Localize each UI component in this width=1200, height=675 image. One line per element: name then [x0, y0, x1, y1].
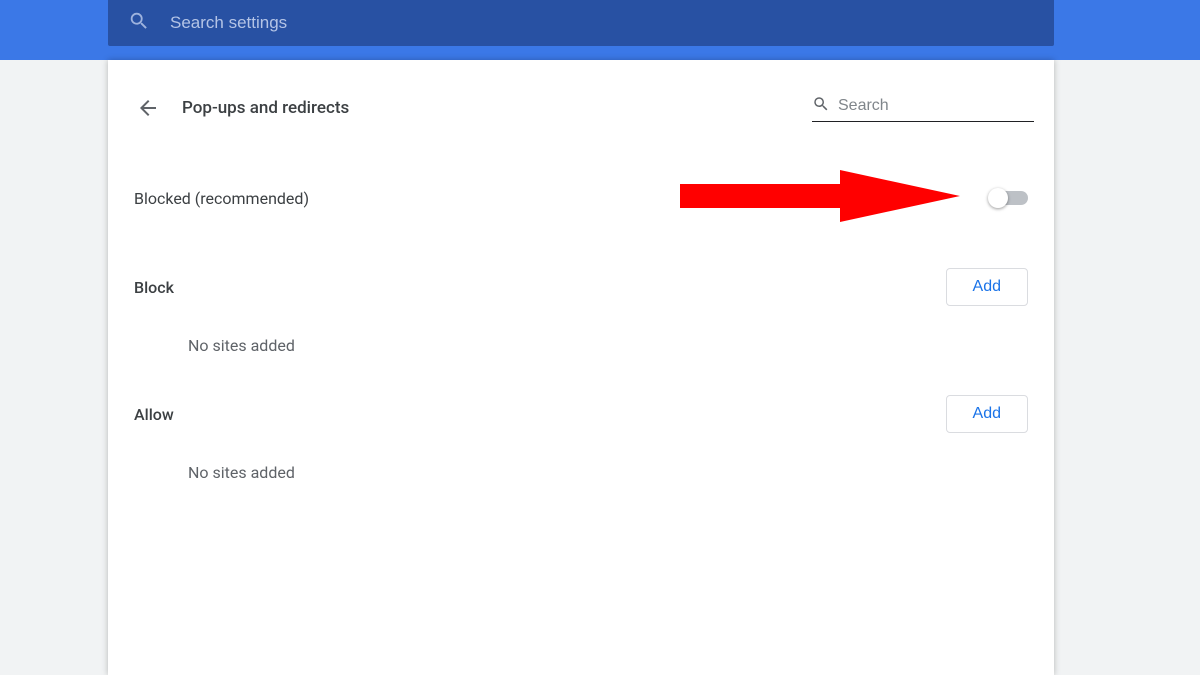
block-section: Block Add No sites added: [108, 238, 1054, 365]
blocked-toggle-label: Blocked (recommended): [134, 189, 309, 208]
settings-search-input[interactable]: [170, 13, 1034, 33]
blocked-toggle-row: Blocked (recommended): [108, 136, 1054, 238]
block-add-button[interactable]: Add: [946, 268, 1028, 306]
blocked-toggle[interactable]: [988, 188, 1028, 208]
allow-section: Allow Add No sites added: [108, 365, 1054, 492]
block-section-title: Block: [134, 278, 174, 297]
search-icon: [812, 95, 830, 117]
toggle-thumb: [988, 188, 1008, 208]
settings-panel: Pop-ups and redirects Blocked (recommend…: [108, 60, 1054, 675]
settings-search-bar[interactable]: [108, 0, 1054, 46]
allow-empty-text: No sites added: [134, 433, 1028, 492]
allow-section-title: Allow: [134, 405, 174, 424]
page-search[interactable]: [812, 95, 1034, 122]
block-section-header: Block Add: [134, 268, 1028, 306]
block-empty-text: No sites added: [134, 306, 1028, 365]
back-button[interactable]: [128, 88, 168, 128]
page-title: Pop-ups and redirects: [182, 98, 812, 118]
allow-section-header: Allow Add: [134, 395, 1028, 433]
page-header: Pop-ups and redirects: [108, 80, 1054, 136]
search-icon: [128, 10, 150, 36]
page-search-input[interactable]: [838, 97, 1045, 115]
allow-add-button[interactable]: Add: [946, 395, 1028, 433]
